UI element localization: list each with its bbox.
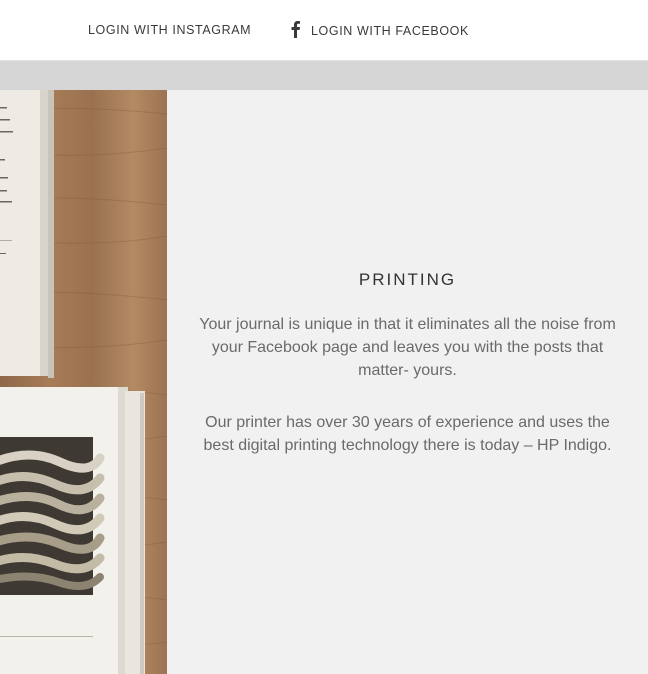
wood-grain	[0, 90, 167, 674]
login-instagram-link[interactable]: LOGIN WITH INSTAGRAM	[88, 23, 251, 37]
printing-section: PRINTING Your journal is unique in that …	[167, 90, 648, 674]
login-facebook-link[interactable]: LOGIN WITH FACEBOOK	[288, 21, 469, 38]
top-nav-bar: LOGIN WITH INSTAGRAM LOGIN WITH FACEBOOK	[0, 0, 648, 61]
login-facebook-label: LOGIN WITH FACEBOOK	[311, 23, 469, 38]
paragraph-journal: Your journal is unique in that it elimin…	[199, 316, 616, 379]
open-books-on-wood-image	[0, 90, 167, 674]
facebook-icon	[291, 21, 300, 38]
header-divider-strip	[0, 61, 648, 90]
section-title: PRINTING	[358, 270, 457, 289]
paragraph-printer: Our printer has over 30 years of experie…	[203, 414, 612, 454]
